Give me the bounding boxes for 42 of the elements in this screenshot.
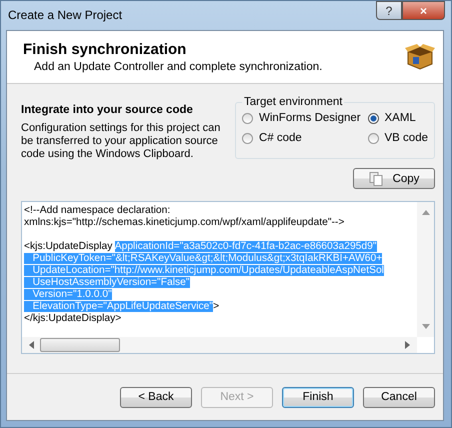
option-label: XAML xyxy=(384,112,416,124)
radio-option[interactable]: VB code xyxy=(368,132,428,144)
copy-button[interactable]: Copy xyxy=(353,168,435,189)
page-subtitle: Add an Update Controller and complete synchronization. xyxy=(34,61,322,73)
wizard-button[interactable]: Finish xyxy=(282,386,354,408)
page-title: Finish synchronization xyxy=(23,41,188,58)
radio-option[interactable]: XAML xyxy=(368,112,428,124)
selected-code-text: Version="1.0.0.0" xyxy=(24,289,112,300)
selected-code-text: UpdateLocation="http://www.kineticjump.com/Updates/UpdateableAspNetSol xyxy=(24,265,384,276)
scroll-down-icon[interactable] xyxy=(422,324,430,330)
option-label: C# code xyxy=(259,132,302,144)
radio-button[interactable] xyxy=(242,132,253,144)
radio-button[interactable] xyxy=(368,112,379,124)
selected-code-text: UseHostAssemblyVersion="False" xyxy=(24,277,190,288)
code-text: <kjs:UpdateDisplay xyxy=(24,241,114,252)
window-title: Create a New Project xyxy=(8,8,122,22)
section-description: Configuration settings for this project can be transferred to your application source code using the Windows Clipboard. xyxy=(21,122,222,161)
scroll-right-icon[interactable] xyxy=(405,341,411,349)
selected-code-text: ElevationType="AppLifeUpdateService" xyxy=(24,301,214,312)
option-label: VB code xyxy=(384,132,428,144)
scroll-thumb[interactable] xyxy=(40,338,120,352)
copy-icon xyxy=(368,172,383,186)
code-text: </kjs:UpdateDisplay> xyxy=(24,313,122,324)
vertical-scrollbar[interactable] xyxy=(417,202,434,337)
code-text: <!--Add namespace declaration: xyxy=(24,205,170,216)
radio-button[interactable] xyxy=(242,112,253,124)
box-icon xyxy=(405,44,435,70)
horizontal-scrollbar[interactable] xyxy=(22,337,417,353)
help-button[interactable]: ? xyxy=(376,1,402,20)
selected-code-text: PublicKeyToken="&lt;RSAKeyValue&gt;&lt;Modulus&gt;x3tqIakRKBI+AW60+ xyxy=(24,253,382,264)
radio-button[interactable] xyxy=(368,132,379,144)
wizard-button[interactable]: < Back xyxy=(120,386,192,408)
code-text: xmlns:kjs="http://schemas.kineticjump.com/wpf/xaml/applifeupdate"--> xyxy=(24,217,344,228)
scroll-left-icon[interactable] xyxy=(28,341,34,349)
code-box[interactable] xyxy=(21,201,435,354)
wizard-button[interactable]: Cancel xyxy=(363,386,435,408)
selected-code-text: ApplicationId="a3a502c0-fd7c-41fa-b2ac-e86603a295d9" xyxy=(114,241,377,252)
group-label: Target environment xyxy=(243,96,344,108)
radio-option[interactable]: C# code xyxy=(242,132,362,144)
code-text: > xyxy=(213,301,220,312)
section-title: Integrate into your source code xyxy=(21,104,194,116)
scroll-up-icon[interactable] xyxy=(422,209,430,215)
